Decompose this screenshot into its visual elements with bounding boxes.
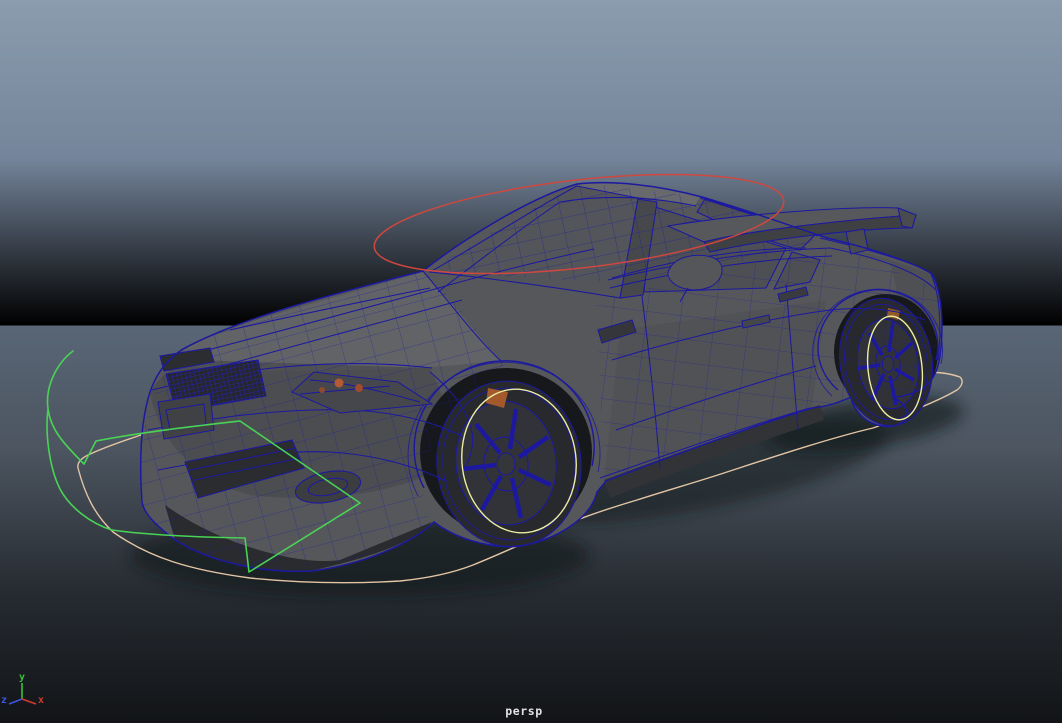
- axis-x-label: x: [38, 695, 44, 706]
- axis-z-label: z: [1, 695, 7, 706]
- headlamp-bulb: [334, 378, 344, 388]
- camera-label: persp: [505, 704, 543, 718]
- viewport-canvas[interactable]: y x z persp: [0, 0, 1062, 723]
- front-hub: [496, 452, 516, 476]
- axis-y-label: y: [19, 672, 25, 683]
- viewport-3d[interactable]: y x z persp: [0, 0, 1062, 723]
